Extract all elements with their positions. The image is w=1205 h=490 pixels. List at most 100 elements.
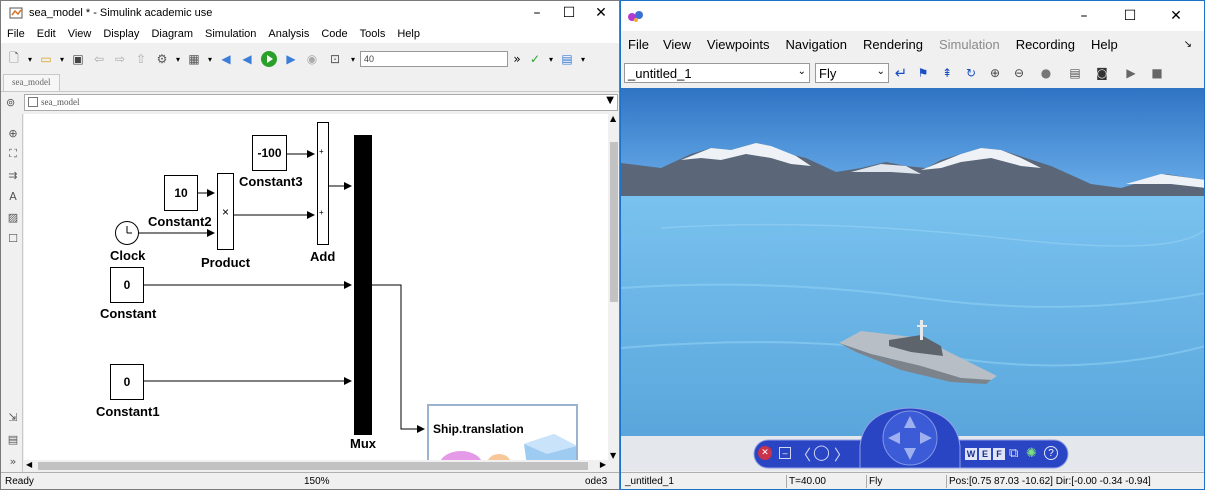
vr-sink-block[interactable]: Ship.translation: [427, 404, 578, 460]
zoom-out-icon[interactable]: ⊖: [1009, 63, 1029, 83]
forward-icon[interactable]: ⇨: [111, 49, 129, 69]
dock-arrow-icon[interactable]: ↘: [1178, 39, 1198, 50]
nav-help-icon[interactable]: ?: [1044, 446, 1058, 460]
expand-icon[interactable]: »: [6, 454, 20, 468]
notes-icon[interactable]: ▤: [1063, 63, 1087, 83]
stop-time-input[interactable]: [360, 51, 508, 67]
vertical-scrollbar[interactable]: ▲ ▼: [608, 114, 619, 460]
dropdown-arrow-icon[interactable]: ▾: [26, 49, 34, 69]
menu-code[interactable]: Code: [315, 28, 353, 40]
nav-walk-button[interactable]: W: [965, 448, 977, 460]
nav-right-arrow-icon[interactable]: 〉: [834, 444, 849, 465]
breadcrumb[interactable]: sea_model ▼: [24, 94, 618, 111]
model-advisor-icon[interactable]: ✓: [526, 49, 544, 69]
nav-headlight-icon[interactable]: ✺: [1026, 446, 1037, 461]
menu-view[interactable]: View: [62, 28, 98, 40]
nav-viewpoint-icon[interactable]: ⧉: [1009, 446, 1018, 461]
close-icon[interactable]: ✕: [585, 1, 617, 25]
tab-sea-model[interactable]: sea_model: [3, 74, 60, 91]
return-viewpoint-icon[interactable]: ↵: [891, 63, 911, 83]
stop-icon[interactable]: ■: [1147, 63, 1167, 83]
nav-close-icon[interactable]: ✕: [758, 446, 772, 460]
nav-center-icon[interactable]: ◯: [813, 443, 830, 461]
scope-icon[interactable]: ⊡: [324, 49, 346, 69]
stop-icon[interactable]: ◉: [303, 49, 321, 69]
step-back-icon[interactable]: ◀: [217, 49, 235, 69]
library-browser-icon[interactable]: ▦: [185, 49, 203, 69]
dropdown-arrow-icon[interactable]: ▾: [579, 49, 587, 69]
open-folder-icon[interactable]: ▭: [37, 49, 55, 69]
property-inspector-icon[interactable]: ▤: [6, 432, 20, 446]
nav-left-arrow-icon[interactable]: 〈: [796, 444, 811, 465]
nav-minimize-icon[interactable]: –: [779, 447, 791, 459]
constant-block[interactable]: 0: [110, 267, 144, 303]
scroll-left-icon[interactable]: ◀: [26, 460, 32, 469]
straighten-up-icon[interactable]: ⇞: [935, 63, 959, 83]
menu-display[interactable]: Display: [97, 28, 145, 40]
vr-menu-help[interactable]: Help: [1083, 37, 1126, 52]
vr-menu-view[interactable]: View: [655, 37, 699, 52]
menu-edit[interactable]: Edit: [31, 28, 62, 40]
area-icon[interactable]: ☐: [6, 231, 20, 245]
product-block[interactable]: ×: [217, 173, 234, 250]
run-icon[interactable]: [259, 49, 279, 69]
vr-menu-recording[interactable]: Recording: [1008, 37, 1083, 52]
model-canvas[interactable]: -100 Constant3 10 Constant2 Clock × Prod…: [24, 114, 608, 460]
flag-icon[interactable]: ⚑: [913, 63, 933, 83]
zoom-in-icon[interactable]: ⊕: [983, 63, 1007, 83]
new-model-icon[interactable]: 🗋: [5, 49, 23, 69]
up-icon[interactable]: ⇧: [132, 49, 150, 69]
vr-menu-simulation[interactable]: Simulation: [931, 37, 1008, 52]
mux-block[interactable]: [354, 135, 372, 435]
close-icon[interactable]: ✕: [1153, 1, 1199, 31]
fit-view-icon[interactable]: ⛶: [6, 147, 20, 161]
vr-menu-navigation[interactable]: Navigation: [778, 37, 855, 52]
chevron-down-icon[interactable]: ⌄: [877, 66, 885, 77]
step-forward-icon[interactable]: ◀: [238, 49, 256, 69]
camera-icon[interactable]: ◙: [1089, 63, 1115, 83]
nav-examine-button[interactable]: E: [979, 448, 991, 460]
settings-icon[interactable]: ⚙: [153, 49, 171, 69]
clock-block[interactable]: [115, 221, 139, 245]
zoom-icon[interactable]: ⊕: [6, 126, 20, 140]
dropdown-arrow-icon[interactable]: ▾: [174, 49, 182, 69]
horizontal-scrollbar[interactable]: ◀ ▶: [24, 460, 608, 472]
vr-menu-rendering[interactable]: Rendering: [855, 37, 931, 52]
annotation-icon[interactable]: A: [6, 189, 20, 203]
menu-tools[interactable]: Tools: [354, 28, 392, 40]
dropdown-arrow-icon[interactable]: ▾: [547, 49, 555, 69]
arrow-icon[interactable]: ⇉: [6, 168, 20, 182]
play-icon[interactable]: ▶: [1117, 63, 1145, 83]
menu-analysis[interactable]: Analysis: [262, 28, 315, 40]
menu-diagram[interactable]: Diagram: [145, 28, 199, 40]
dropdown-arrow-icon[interactable]: ▾: [58, 49, 66, 69]
scrollbar-thumb[interactable]: [610, 142, 618, 302]
image-icon[interactable]: ▨: [6, 210, 20, 224]
maximize-icon[interactable]: ☐: [1107, 1, 1153, 31]
navigation-mode-select[interactable]: Fly ⌄: [815, 63, 889, 83]
menu-help[interactable]: Help: [391, 28, 426, 40]
back-icon[interactable]: ⇦: [90, 49, 108, 69]
add-block[interactable]: + +: [317, 122, 329, 245]
constant2-block[interactable]: 10: [164, 175, 198, 211]
constant3-block[interactable]: -100: [252, 135, 287, 171]
dropdown-arrow-icon[interactable]: ▾: [349, 49, 357, 69]
undo-move-icon[interactable]: ↻: [961, 63, 981, 83]
chevron-down-icon[interactable]: ⌄: [798, 66, 806, 77]
dropdown-arrow-icon[interactable]: ▾: [206, 49, 214, 69]
vr-scene[interactable]: ✕ – 〈 ◯ 〉 W E F ⧉ ✺ ?: [621, 88, 1204, 471]
model-browser-icon[interactable]: ⇲: [6, 410, 20, 424]
nav-fly-button[interactable]: F: [993, 448, 1005, 460]
record-icon[interactable]: ●: [1031, 63, 1061, 83]
menu-file[interactable]: File: [1, 28, 31, 40]
viewpoint-select[interactable]: _untitled_1 ⌄: [624, 63, 810, 83]
maximize-icon[interactable]: ☐: [553, 1, 585, 25]
scroll-right-icon[interactable]: ▶: [600, 460, 606, 469]
minimize-icon[interactable]: –: [521, 1, 553, 25]
hide-explorer-icon[interactable]: ⊚: [6, 96, 15, 109]
scroll-down-icon[interactable]: ▼: [610, 451, 616, 460]
step-icon[interactable]: ▶: [282, 49, 300, 69]
vr-menu-viewpoints[interactable]: Viewpoints: [699, 37, 778, 52]
minimize-icon[interactable]: –: [1061, 1, 1107, 31]
constant1-block[interactable]: 0: [110, 364, 144, 400]
